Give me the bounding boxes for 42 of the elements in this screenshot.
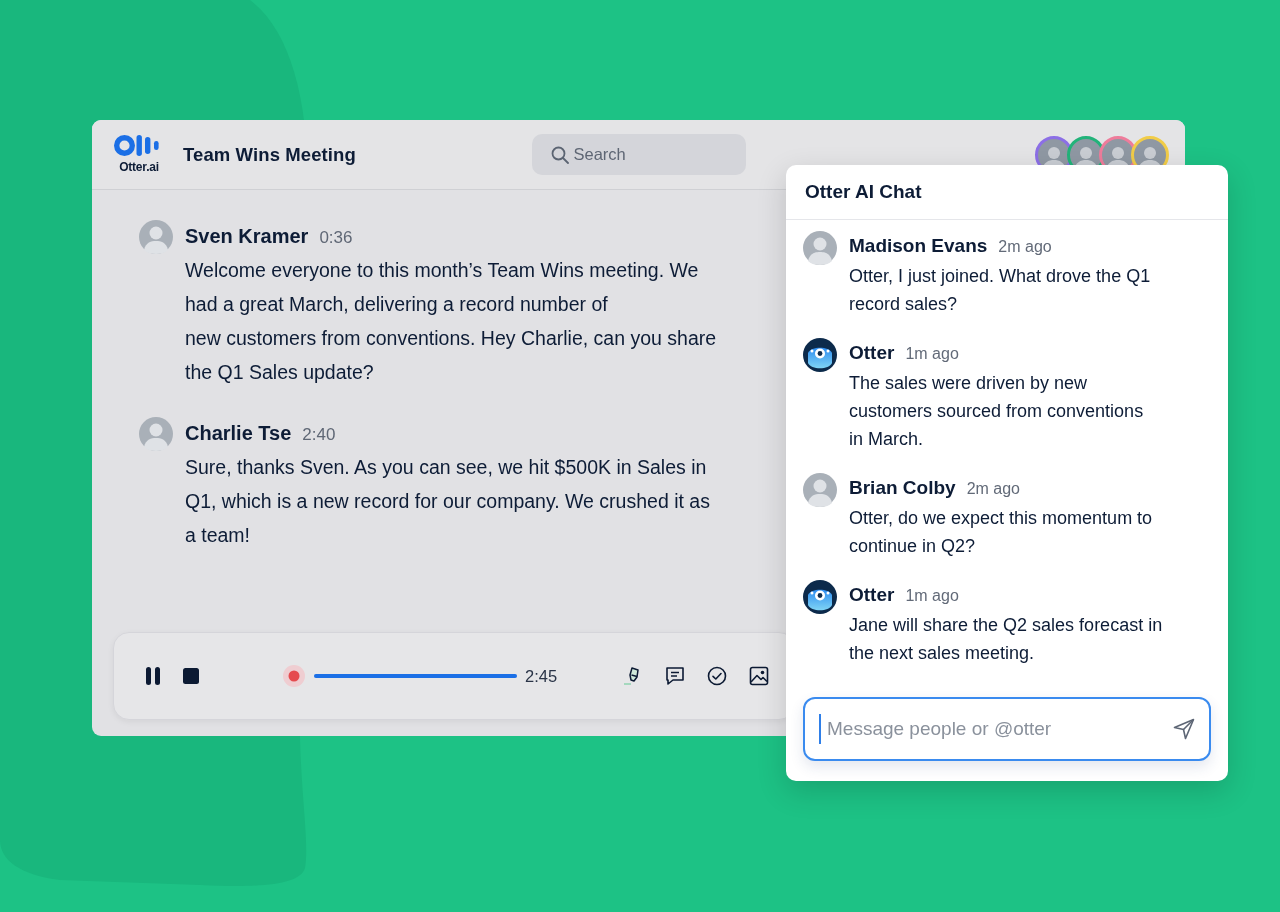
user-avatar [803, 231, 837, 265]
message-time: 1m ago [905, 344, 959, 364]
timestamp: 2:40 [302, 424, 336, 446]
comment-icon [665, 666, 686, 686]
speaker-name: Sven Kramer [185, 224, 309, 249]
message-text: The sales were driven by new customers sourced from conventions in March. [849, 372, 1145, 451]
search-field[interactable]: Search [531, 134, 746, 175]
send-button[interactable] [1171, 716, 1197, 742]
author-name: Madison Evans [849, 234, 988, 258]
pause-icon [145, 667, 161, 685]
timestamp: 0:36 [319, 227, 353, 249]
elapsed-time: 2:45 [525, 666, 558, 686]
send-icon [1173, 718, 1195, 740]
message-text: Jane will share the Q2 sales forecast in the next sales meeting. [849, 614, 1164, 665]
record-indicator-icon [283, 665, 305, 687]
bot-avatar-icon [803, 580, 837, 614]
message-text: Otter, I just joined. What drove the Q1 record sales? [849, 265, 1152, 316]
image-icon [749, 666, 770, 686]
author-name: Otter [849, 341, 895, 365]
message-text: Otter, do we expect this momentum to continue in Q2? [849, 507, 1154, 558]
check-circle-icon [707, 666, 728, 686]
search-icon [550, 146, 569, 164]
stop-button[interactable] [181, 666, 201, 686]
author-name: Otter [849, 583, 895, 607]
message-time: 1m ago [905, 586, 959, 606]
user-avatar [803, 473, 837, 507]
message-time: 2m ago [998, 237, 1052, 257]
logo-text: Otter.ai [119, 160, 159, 174]
meeting-title: Team Wins Meeting [183, 143, 356, 166]
speaker-avatar [139, 220, 173, 254]
message-input[interactable]: Message people or @otter [803, 697, 1211, 761]
transcript-text: Sure, thanks Sven. As you can see, we hit $500K in Sales in Q1, which is a new record for our company. We crushed it as a team! [185, 455, 711, 548]
speaker-avatar [139, 417, 173, 451]
message-time: 2m ago [966, 479, 1020, 499]
bot-avatar-icon [803, 338, 837, 372]
speaker-name: Charlie Tse [185, 421, 292, 446]
progress-track[interactable] [314, 674, 517, 678]
stop-icon [183, 668, 199, 684]
author-name: Brian Colby [849, 476, 956, 500]
chat-title: Otter AI Chat [805, 181, 922, 203]
transcript-text: Welcome everyone to this month’s Team Wins meeting. We had a great March, delivering a record number of new customers from conventions. Hey Charlie, can you share the Q1 Sales update? [185, 258, 718, 385]
pause-button[interactable] [143, 665, 163, 687]
